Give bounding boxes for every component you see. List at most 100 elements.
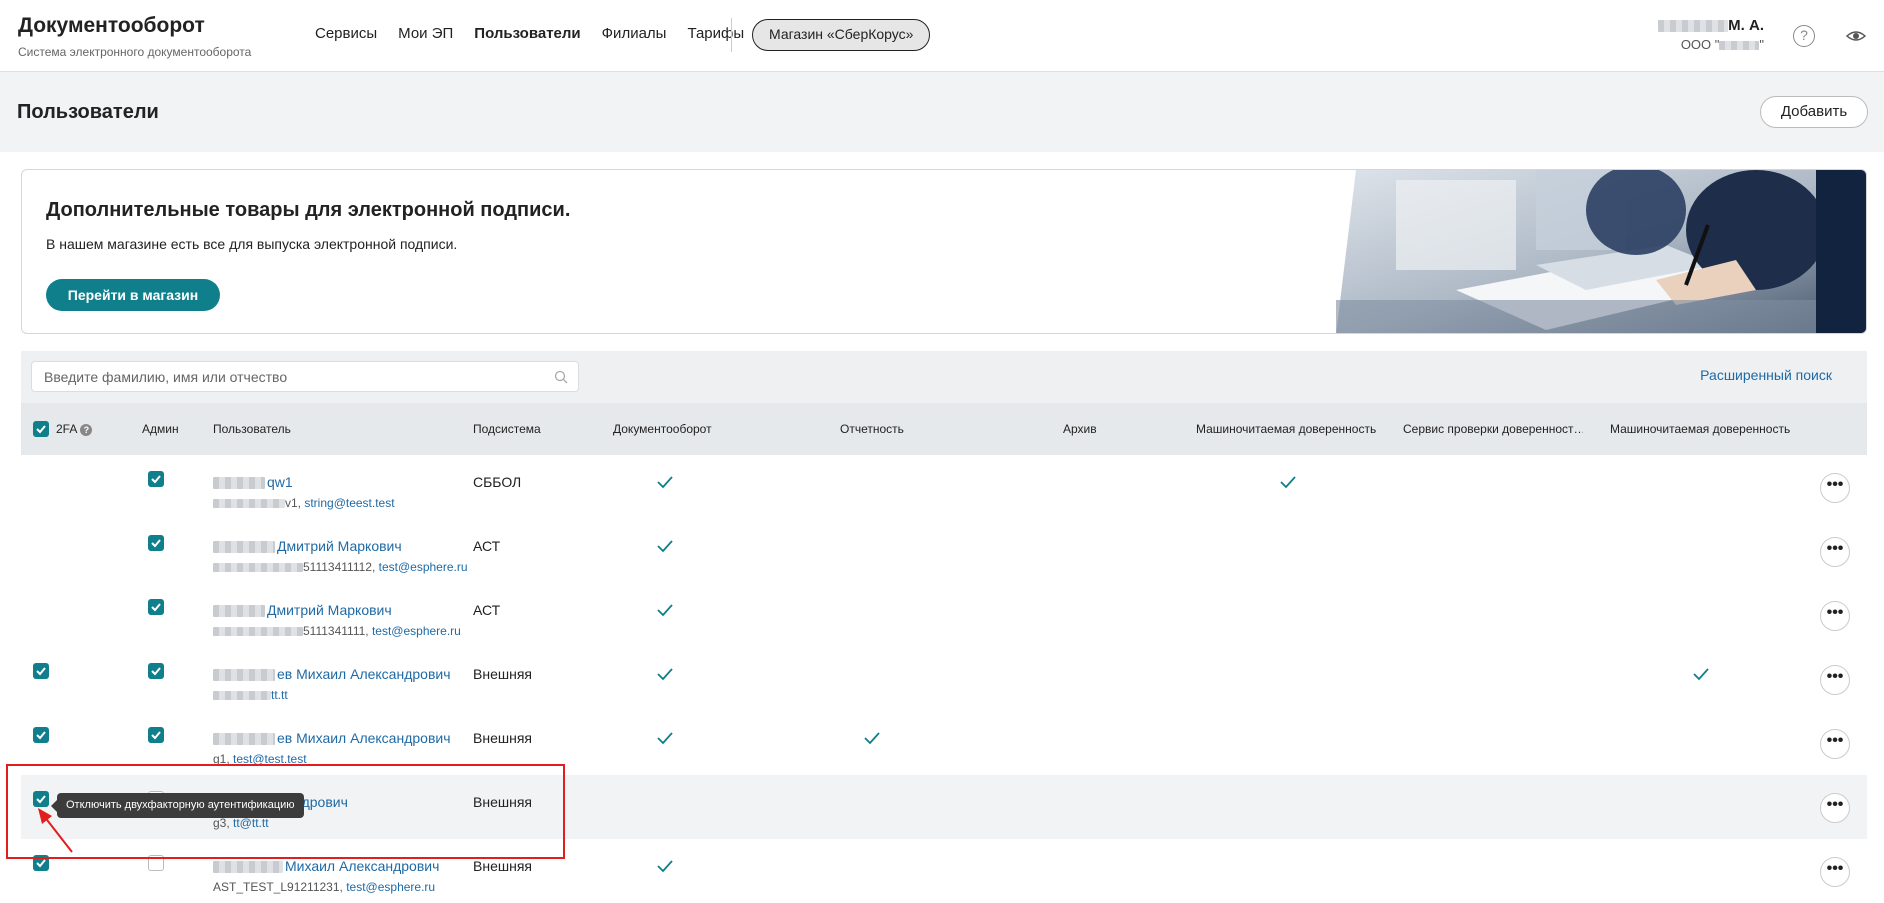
nav-item-users[interactable]: Пользователи (474, 25, 580, 42)
search-field[interactable] (31, 361, 579, 392)
table-header: 2FA? Админ Пользователь Подсистема Докум… (21, 403, 1867, 455)
subsystem-cell: АСТ (473, 538, 501, 554)
nav-divider (731, 18, 732, 52)
help-icon[interactable]: ? (80, 423, 93, 436)
annotation-highlight-box (6, 764, 565, 859)
user-name-link[interactable]: ев Михаил Александрович (213, 730, 451, 746)
redacted-surname (213, 861, 283, 874)
col-2fa[interactable]: 2FA? (56, 422, 93, 436)
nav-item-branches[interactable]: Филиалы (602, 25, 667, 42)
page-title: Пользователи (17, 101, 159, 123)
search-icon[interactable] (554, 370, 568, 384)
search-input[interactable] (32, 362, 542, 391)
annotation-arrow-icon (38, 808, 73, 853)
add-button[interactable]: Добавить (1760, 96, 1868, 128)
user-email[interactable]: test@esphere.ru (346, 880, 435, 894)
2fa-checkbox[interactable] (33, 663, 49, 679)
nav-item-services[interactable]: Сервисы (315, 25, 377, 42)
redacted-login (213, 691, 271, 701)
redacted-name (1658, 20, 1729, 33)
redacted-login (213, 627, 303, 637)
row-actions-button[interactable]: ••• (1820, 601, 1850, 631)
col-mchd-2[interactable]: Машиночитаемая доверенность (1610, 422, 1790, 436)
subsystem-cell: Внешняя (473, 858, 532, 874)
user-email[interactable]: test@esphere.ru (372, 624, 461, 638)
admin-checkbox[interactable] (148, 535, 164, 551)
user-name-link[interactable]: Дмитрий Маркович (213, 538, 402, 554)
top-bar: Документооборот Система электронного док… (0, 0, 1884, 72)
2fa-checkbox[interactable] (33, 727, 49, 743)
redacted-surname (213, 541, 275, 554)
user-email[interactable]: tt.tt (271, 688, 288, 702)
user-email[interactable]: test@esphere.ru (379, 560, 468, 574)
shop-button[interactable]: Магазин «СберКорус» (752, 19, 931, 51)
advanced-search-link[interactable]: Расширенный поиск (1700, 367, 1832, 383)
row-actions-button[interactable]: ••• (1820, 857, 1850, 887)
table-row[interactable]: Дмитрий Маркович 5111341111, test@esphere… (21, 583, 1867, 647)
user-name-link[interactable]: qw1 (213, 474, 293, 490)
doc-flow-check-icon (657, 539, 673, 553)
user-name-link[interactable]: ев Михаил Александрович (213, 666, 451, 682)
row-actions-button[interactable]: ••• (1820, 537, 1850, 567)
select-all-2fa-checkbox[interactable] (33, 421, 49, 437)
redacted-surname (213, 605, 265, 618)
search-panel: Расширенный поиск (21, 351, 1867, 403)
col-archive[interactable]: Архив (1063, 422, 1097, 436)
admin-checkbox[interactable] (148, 599, 164, 615)
subsystem-cell: СББОЛ (473, 474, 522, 490)
col-user[interactable]: Пользователь (213, 422, 291, 436)
user-email[interactable]: string@teest.test (304, 496, 394, 510)
banner-title: Дополнительные товары для электронной по… (46, 199, 571, 221)
row-actions-button[interactable]: ••• (1820, 473, 1850, 503)
subsystem-cell: Внешняя (473, 666, 532, 682)
admin-checkbox[interactable] (148, 471, 164, 487)
nav-item-my-ep[interactable]: Мои ЭП (398, 25, 453, 42)
subsystem-cell: АСТ (473, 602, 501, 618)
app-title[interactable]: Документооборот (18, 14, 205, 38)
row-actions-button[interactable]: ••• (1820, 793, 1850, 823)
user-name[interactable]: М. А. (1658, 17, 1764, 34)
col-doc-flow[interactable]: Документооборот (613, 422, 712, 436)
shop-banner: Дополнительные товары для электронной по… (21, 169, 1867, 334)
banner-photo (1336, 170, 1866, 333)
user-login-info: AST_TEST_L91211231, test@esphere.ru (213, 880, 436, 894)
admin-checkbox[interactable] (148, 727, 164, 743)
nav-item-tariffs[interactable]: Тарифы (687, 25, 744, 42)
col-poa-check-service[interactable]: Сервис проверки доверенност… (1403, 422, 1583, 436)
row-actions-button[interactable]: ••• (1820, 729, 1850, 759)
doc-flow-check-icon (657, 603, 673, 617)
user-name-link[interactable]: Михаил Александрович (213, 858, 439, 874)
user-login-info: v1, string@teest.test (213, 496, 395, 510)
col-admin[interactable]: Админ (142, 422, 179, 436)
redacted-login (213, 499, 285, 509)
go-to-shop-button[interactable]: Перейти в магазин (46, 279, 220, 311)
reporting-check-icon (864, 731, 880, 745)
doc-flow-check-icon (657, 667, 673, 681)
redacted-org (1719, 41, 1760, 51)
redacted-login (213, 563, 303, 573)
user-login-info: 5111341111, test@esphere.ru (213, 624, 461, 638)
table-row[interactable]: Дмитрий Маркович 51113411112, test@espher… (21, 519, 1867, 583)
col-mchd[interactable]: Машиночитаемая доверенность (1196, 422, 1376, 436)
eye-icon[interactable] (1845, 25, 1867, 47)
table-row[interactable]: qw1 v1, string@teest.test СББОЛ ••• (21, 455, 1867, 519)
user-login-info: 51113411112, test@esphere.ru (213, 560, 468, 574)
doc-flow-check-icon (657, 475, 673, 489)
admin-checkbox[interactable] (148, 663, 164, 679)
main-nav: Сервисы Мои ЭП Пользователи Филиалы Тари… (315, 25, 744, 42)
row-actions-button[interactable]: ••• (1820, 665, 1850, 695)
banner-text: В нашем магазине есть все для выпуска эл… (46, 236, 458, 252)
redacted-surname (213, 733, 275, 746)
user-name-link[interactable]: Дмитрий Маркович (213, 602, 392, 618)
col-subsystem[interactable]: Подсистема (473, 422, 541, 436)
help-icon[interactable]: ? (1793, 25, 1815, 47)
app-subtitle: Система электронного документооборота (18, 45, 252, 59)
doc-flow-check-icon (657, 859, 673, 873)
mchd-check-icon (1280, 475, 1296, 489)
col-reporting[interactable]: Отчетность (840, 422, 904, 436)
table-row[interactable]: ев Михаил Александрович tt.tt Внешняя ••• (21, 647, 1867, 711)
redacted-surname (213, 477, 265, 490)
user-login-info: tt.tt (213, 688, 288, 702)
mchd2-check-icon (1693, 667, 1709, 681)
page-header: Пользователи Добавить (0, 72, 1884, 152)
